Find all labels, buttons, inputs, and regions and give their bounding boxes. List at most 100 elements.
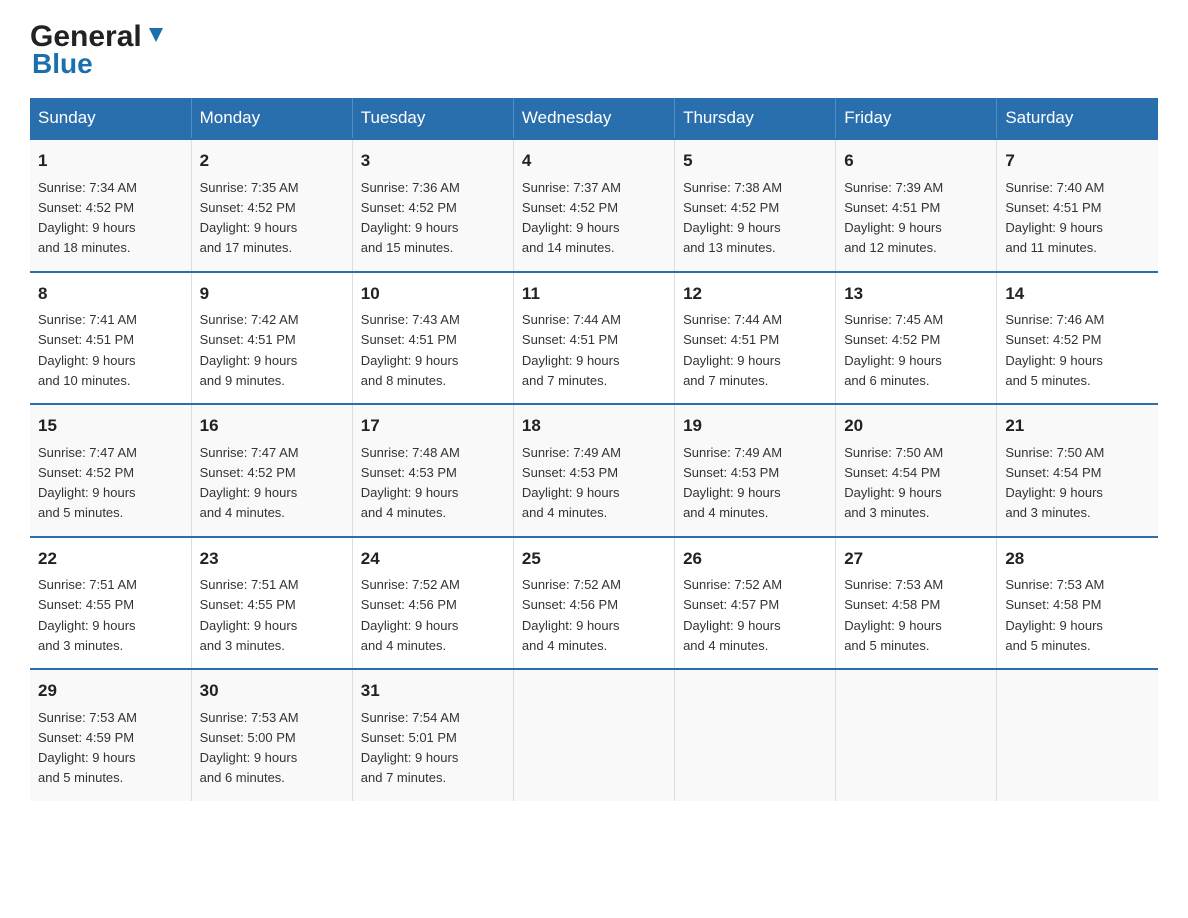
- calendar-cell: 22 Sunrise: 7:51 AM Sunset: 4:55 PM Dayl…: [30, 537, 191, 670]
- calendar-cell: 1 Sunrise: 7:34 AM Sunset: 4:52 PM Dayli…: [30, 139, 191, 272]
- day-info: Sunrise: 7:47 AM Sunset: 4:52 PM Dayligh…: [38, 445, 137, 521]
- day-info: Sunrise: 7:52 AM Sunset: 4:56 PM Dayligh…: [361, 577, 460, 653]
- day-number: 21: [1005, 413, 1150, 439]
- header-tuesday: Tuesday: [352, 98, 513, 139]
- logo-triangle-icon: [145, 20, 167, 54]
- day-number: 17: [361, 413, 505, 439]
- day-info: Sunrise: 7:41 AM Sunset: 4:51 PM Dayligh…: [38, 312, 137, 388]
- calendar-cell: 4 Sunrise: 7:37 AM Sunset: 4:52 PM Dayli…: [513, 139, 674, 272]
- day-number: 31: [361, 678, 505, 704]
- calendar-cell: 21 Sunrise: 7:50 AM Sunset: 4:54 PM Dayl…: [997, 404, 1158, 537]
- calendar-cell: 3 Sunrise: 7:36 AM Sunset: 4:52 PM Dayli…: [352, 139, 513, 272]
- day-number: 26: [683, 546, 827, 572]
- calendar-cell: 7 Sunrise: 7:40 AM Sunset: 4:51 PM Dayli…: [997, 139, 1158, 272]
- day-number: 29: [38, 678, 183, 704]
- day-info: Sunrise: 7:42 AM Sunset: 4:51 PM Dayligh…: [200, 312, 299, 388]
- calendar-cell: 27 Sunrise: 7:53 AM Sunset: 4:58 PM Dayl…: [836, 537, 997, 670]
- day-number: 5: [683, 148, 827, 174]
- day-number: 10: [361, 281, 505, 307]
- day-number: 25: [522, 546, 666, 572]
- day-number: 19: [683, 413, 827, 439]
- day-number: 14: [1005, 281, 1150, 307]
- day-info: Sunrise: 7:53 AM Sunset: 4:59 PM Dayligh…: [38, 710, 137, 786]
- day-number: 22: [38, 546, 183, 572]
- calendar-cell: 25 Sunrise: 7:52 AM Sunset: 4:56 PM Dayl…: [513, 537, 674, 670]
- day-number: 28: [1005, 546, 1150, 572]
- calendar-cell: 9 Sunrise: 7:42 AM Sunset: 4:51 PM Dayli…: [191, 272, 352, 405]
- calendar-cell: 20 Sunrise: 7:50 AM Sunset: 4:54 PM Dayl…: [836, 404, 997, 537]
- day-number: 4: [522, 148, 666, 174]
- day-number: 6: [844, 148, 988, 174]
- header-wednesday: Wednesday: [513, 98, 674, 139]
- calendar-cell: 10 Sunrise: 7:43 AM Sunset: 4:51 PM Dayl…: [352, 272, 513, 405]
- calendar-cell: 8 Sunrise: 7:41 AM Sunset: 4:51 PM Dayli…: [30, 272, 191, 405]
- week-row-3: 15 Sunrise: 7:47 AM Sunset: 4:52 PM Dayl…: [30, 404, 1158, 537]
- day-number: 15: [38, 413, 183, 439]
- day-number: 11: [522, 281, 666, 307]
- day-number: 8: [38, 281, 183, 307]
- day-info: Sunrise: 7:38 AM Sunset: 4:52 PM Dayligh…: [683, 180, 782, 256]
- day-info: Sunrise: 7:36 AM Sunset: 4:52 PM Dayligh…: [361, 180, 460, 256]
- calendar-cell: 18 Sunrise: 7:49 AM Sunset: 4:53 PM Dayl…: [513, 404, 674, 537]
- calendar-cell: 15 Sunrise: 7:47 AM Sunset: 4:52 PM Dayl…: [30, 404, 191, 537]
- day-info: Sunrise: 7:52 AM Sunset: 4:57 PM Dayligh…: [683, 577, 782, 653]
- header-friday: Friday: [836, 98, 997, 139]
- day-info: Sunrise: 7:39 AM Sunset: 4:51 PM Dayligh…: [844, 180, 943, 256]
- day-number: 3: [361, 148, 505, 174]
- calendar-cell: 26 Sunrise: 7:52 AM Sunset: 4:57 PM Dayl…: [675, 537, 836, 670]
- header-row: SundayMondayTuesdayWednesdayThursdayFrid…: [30, 98, 1158, 139]
- calendar-cell: 19 Sunrise: 7:49 AM Sunset: 4:53 PM Dayl…: [675, 404, 836, 537]
- day-number: 1: [38, 148, 183, 174]
- calendar-cell: 14 Sunrise: 7:46 AM Sunset: 4:52 PM Dayl…: [997, 272, 1158, 405]
- calendar-cell: 6 Sunrise: 7:39 AM Sunset: 4:51 PM Dayli…: [836, 139, 997, 272]
- day-number: 2: [200, 148, 344, 174]
- day-info: Sunrise: 7:50 AM Sunset: 4:54 PM Dayligh…: [1005, 445, 1104, 521]
- day-info: Sunrise: 7:51 AM Sunset: 4:55 PM Dayligh…: [38, 577, 137, 653]
- day-info: Sunrise: 7:49 AM Sunset: 4:53 PM Dayligh…: [522, 445, 621, 521]
- calendar-cell: 23 Sunrise: 7:51 AM Sunset: 4:55 PM Dayl…: [191, 537, 352, 670]
- week-row-1: 1 Sunrise: 7:34 AM Sunset: 4:52 PM Dayli…: [30, 139, 1158, 272]
- calendar-body: 1 Sunrise: 7:34 AM Sunset: 4:52 PM Dayli…: [30, 139, 1158, 801]
- day-number: 23: [200, 546, 344, 572]
- day-info: Sunrise: 7:51 AM Sunset: 4:55 PM Dayligh…: [200, 577, 299, 653]
- header-thursday: Thursday: [675, 98, 836, 139]
- day-info: Sunrise: 7:53 AM Sunset: 4:58 PM Dayligh…: [1005, 577, 1104, 653]
- calendar-cell: 28 Sunrise: 7:53 AM Sunset: 4:58 PM Dayl…: [997, 537, 1158, 670]
- day-number: 9: [200, 281, 344, 307]
- calendar-cell: 31 Sunrise: 7:54 AM Sunset: 5:01 PM Dayl…: [352, 669, 513, 801]
- day-number: 27: [844, 546, 988, 572]
- day-info: Sunrise: 7:54 AM Sunset: 5:01 PM Dayligh…: [361, 710, 460, 786]
- calendar-header: SundayMondayTuesdayWednesdayThursdayFrid…: [30, 98, 1158, 139]
- day-info: Sunrise: 7:44 AM Sunset: 4:51 PM Dayligh…: [522, 312, 621, 388]
- day-info: Sunrise: 7:48 AM Sunset: 4:53 PM Dayligh…: [361, 445, 460, 521]
- day-info: Sunrise: 7:52 AM Sunset: 4:56 PM Dayligh…: [522, 577, 621, 653]
- day-info: Sunrise: 7:40 AM Sunset: 4:51 PM Dayligh…: [1005, 180, 1104, 256]
- day-info: Sunrise: 7:49 AM Sunset: 4:53 PM Dayligh…: [683, 445, 782, 521]
- day-number: 7: [1005, 148, 1150, 174]
- calendar-table: SundayMondayTuesdayWednesdayThursdayFrid…: [30, 98, 1158, 801]
- day-info: Sunrise: 7:46 AM Sunset: 4:52 PM Dayligh…: [1005, 312, 1104, 388]
- day-info: Sunrise: 7:37 AM Sunset: 4:52 PM Dayligh…: [522, 180, 621, 256]
- header-sunday: Sunday: [30, 98, 191, 139]
- day-info: Sunrise: 7:44 AM Sunset: 4:51 PM Dayligh…: [683, 312, 782, 388]
- calendar-cell: 24 Sunrise: 7:52 AM Sunset: 4:56 PM Dayl…: [352, 537, 513, 670]
- week-row-5: 29 Sunrise: 7:53 AM Sunset: 4:59 PM Dayl…: [30, 669, 1158, 801]
- day-number: 20: [844, 413, 988, 439]
- calendar-cell: [513, 669, 674, 801]
- day-info: Sunrise: 7:53 AM Sunset: 4:58 PM Dayligh…: [844, 577, 943, 653]
- calendar-cell: [997, 669, 1158, 801]
- day-info: Sunrise: 7:43 AM Sunset: 4:51 PM Dayligh…: [361, 312, 460, 388]
- calendar-cell: 30 Sunrise: 7:53 AM Sunset: 5:00 PM Dayl…: [191, 669, 352, 801]
- calendar-cell: [836, 669, 997, 801]
- day-info: Sunrise: 7:47 AM Sunset: 4:52 PM Dayligh…: [200, 445, 299, 521]
- calendar-cell: 2 Sunrise: 7:35 AM Sunset: 4:52 PM Dayli…: [191, 139, 352, 272]
- page-header: General Blue: [30, 20, 1158, 80]
- calendar-cell: 11 Sunrise: 7:44 AM Sunset: 4:51 PM Dayl…: [513, 272, 674, 405]
- calendar-cell: 16 Sunrise: 7:47 AM Sunset: 4:52 PM Dayl…: [191, 404, 352, 537]
- day-number: 12: [683, 281, 827, 307]
- logo: General Blue: [30, 20, 169, 80]
- day-number: 13: [844, 281, 988, 307]
- week-row-4: 22 Sunrise: 7:51 AM Sunset: 4:55 PM Dayl…: [30, 537, 1158, 670]
- calendar-cell: 13 Sunrise: 7:45 AM Sunset: 4:52 PM Dayl…: [836, 272, 997, 405]
- calendar-cell: 17 Sunrise: 7:48 AM Sunset: 4:53 PM Dayl…: [352, 404, 513, 537]
